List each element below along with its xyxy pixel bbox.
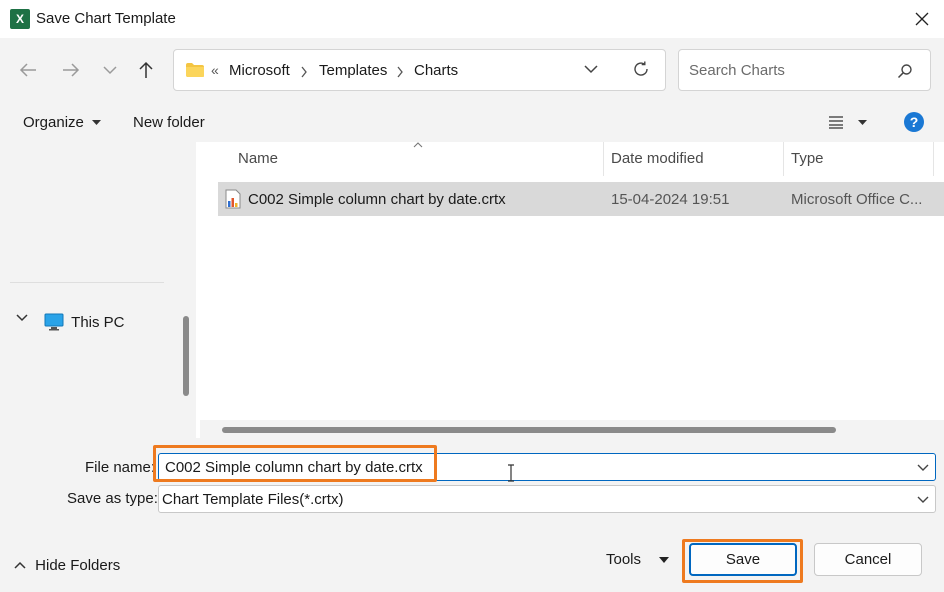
- highlight-box-save: [682, 539, 803, 583]
- help-icon: ?: [904, 112, 924, 132]
- breadcrumb-microsoft[interactable]: Microsoft: [229, 62, 290, 79]
- chevron-down-icon[interactable]: [917, 464, 929, 472]
- column-divider[interactable]: [933, 142, 934, 176]
- close-icon: [915, 12, 929, 26]
- save-form-panel: File name: C002 Simple column chart by d…: [0, 438, 944, 592]
- forward-button[interactable]: [58, 57, 84, 83]
- search-input[interactable]: Search Charts: [678, 49, 931, 91]
- excel-icon: X: [10, 9, 30, 29]
- text-cursor-icon: [508, 464, 514, 482]
- divider: [10, 282, 164, 283]
- command-bar: Organize New folder ?: [0, 102, 944, 142]
- close-button[interactable]: [905, 6, 939, 32]
- nav-item-this-pc[interactable]: This PC: [44, 313, 125, 331]
- new-folder-button[interactable]: New folder: [133, 114, 205, 131]
- caret-down-icon: [659, 557, 670, 564]
- column-header-type[interactable]: Type: [791, 150, 824, 167]
- chevron-down-icon: [584, 65, 598, 74]
- nav-scrollbar[interactable]: [183, 316, 189, 396]
- file-name-label: File name:: [85, 459, 156, 476]
- table-row[interactable]: C002 Simple column chart by date.crtx 15…: [218, 182, 944, 216]
- computer-icon: [44, 313, 64, 331]
- save-as-type-value: Chart Template Files(*.crtx): [162, 491, 344, 508]
- type-cell: Microsoft Office C...: [791, 191, 923, 208]
- hide-folders-label: Hide Folders: [35, 556, 121, 574]
- organize-label: Organize: [23, 114, 84, 131]
- chevron-up-icon: [14, 561, 26, 569]
- view-options-button[interactable]: [828, 115, 868, 129]
- address-bar[interactable]: « Microsoft Templates Charts: [173, 49, 666, 91]
- horizontal-scroll-thumb[interactable]: [222, 427, 836, 433]
- address-dropdown-button[interactable]: [584, 64, 598, 74]
- window-title: Save Chart Template: [36, 10, 176, 27]
- chevron-right-icon: [301, 66, 307, 78]
- back-button[interactable]: [15, 57, 41, 83]
- sort-ascending-icon: [413, 142, 423, 148]
- column-divider[interactable]: [783, 142, 784, 176]
- chart-template-file-icon: [225, 189, 241, 209]
- date-modified-cell: 15-04-2024 19:51: [611, 191, 730, 208]
- svg-text:?: ?: [910, 114, 919, 130]
- overflow-chevron[interactable]: «: [211, 62, 219, 78]
- search-placeholder: Search Charts: [689, 62, 785, 79]
- arrow-left-icon: [19, 63, 36, 77]
- chevron-down-icon: [16, 314, 28, 322]
- arrow-right-icon: [63, 63, 80, 77]
- save-as-type-select[interactable]: Chart Template Files(*.crtx): [158, 485, 936, 513]
- up-button[interactable]: [133, 57, 159, 83]
- folder-icon: [186, 63, 204, 77]
- save-as-type-label: Save as type:: [67, 490, 158, 507]
- tools-label: Tools: [606, 551, 642, 568]
- column-header-date-modified[interactable]: Date modified: [611, 150, 704, 167]
- file-list: Name Date modified Type C002 Simple colu…: [196, 142, 944, 438]
- search-icon: [897, 64, 912, 79]
- breadcrumb-charts[interactable]: Charts: [414, 62, 458, 79]
- nav-item-label: This PC: [71, 313, 125, 331]
- chevron-right-icon: [397, 66, 403, 78]
- refresh-button[interactable]: [632, 60, 650, 78]
- arrow-up-icon: [139, 61, 153, 78]
- list-view-icon: [829, 116, 867, 129]
- caret-down-icon: [92, 120, 102, 126]
- breadcrumb-templates[interactable]: Templates: [319, 62, 387, 79]
- organize-menu[interactable]: Organize: [23, 114, 102, 131]
- chevron-down-icon: [103, 66, 117, 75]
- hide-folders-button[interactable]: Hide Folders: [14, 556, 120, 574]
- tools-menu[interactable]: Tools: [606, 551, 670, 568]
- file-name-cell: C002 Simple column chart by date.crtx: [248, 191, 506, 208]
- column-header-name[interactable]: Name: [238, 150, 278, 167]
- title-bar: X Save Chart Template: [0, 0, 944, 38]
- recent-locations-button[interactable]: [97, 57, 123, 83]
- navigation-pane: This PC: [0, 142, 196, 438]
- navigation-bar: « Microsoft Templates Charts Search Char…: [0, 38, 944, 102]
- highlight-box-filename: [153, 445, 437, 482]
- column-divider[interactable]: [603, 142, 604, 176]
- chevron-down-icon: [917, 496, 929, 503]
- expand-this-pc-button[interactable]: [16, 314, 28, 322]
- refresh-icon: [634, 61, 648, 76]
- help-button[interactable]: ?: [904, 112, 924, 132]
- cancel-button[interactable]: Cancel: [814, 543, 922, 576]
